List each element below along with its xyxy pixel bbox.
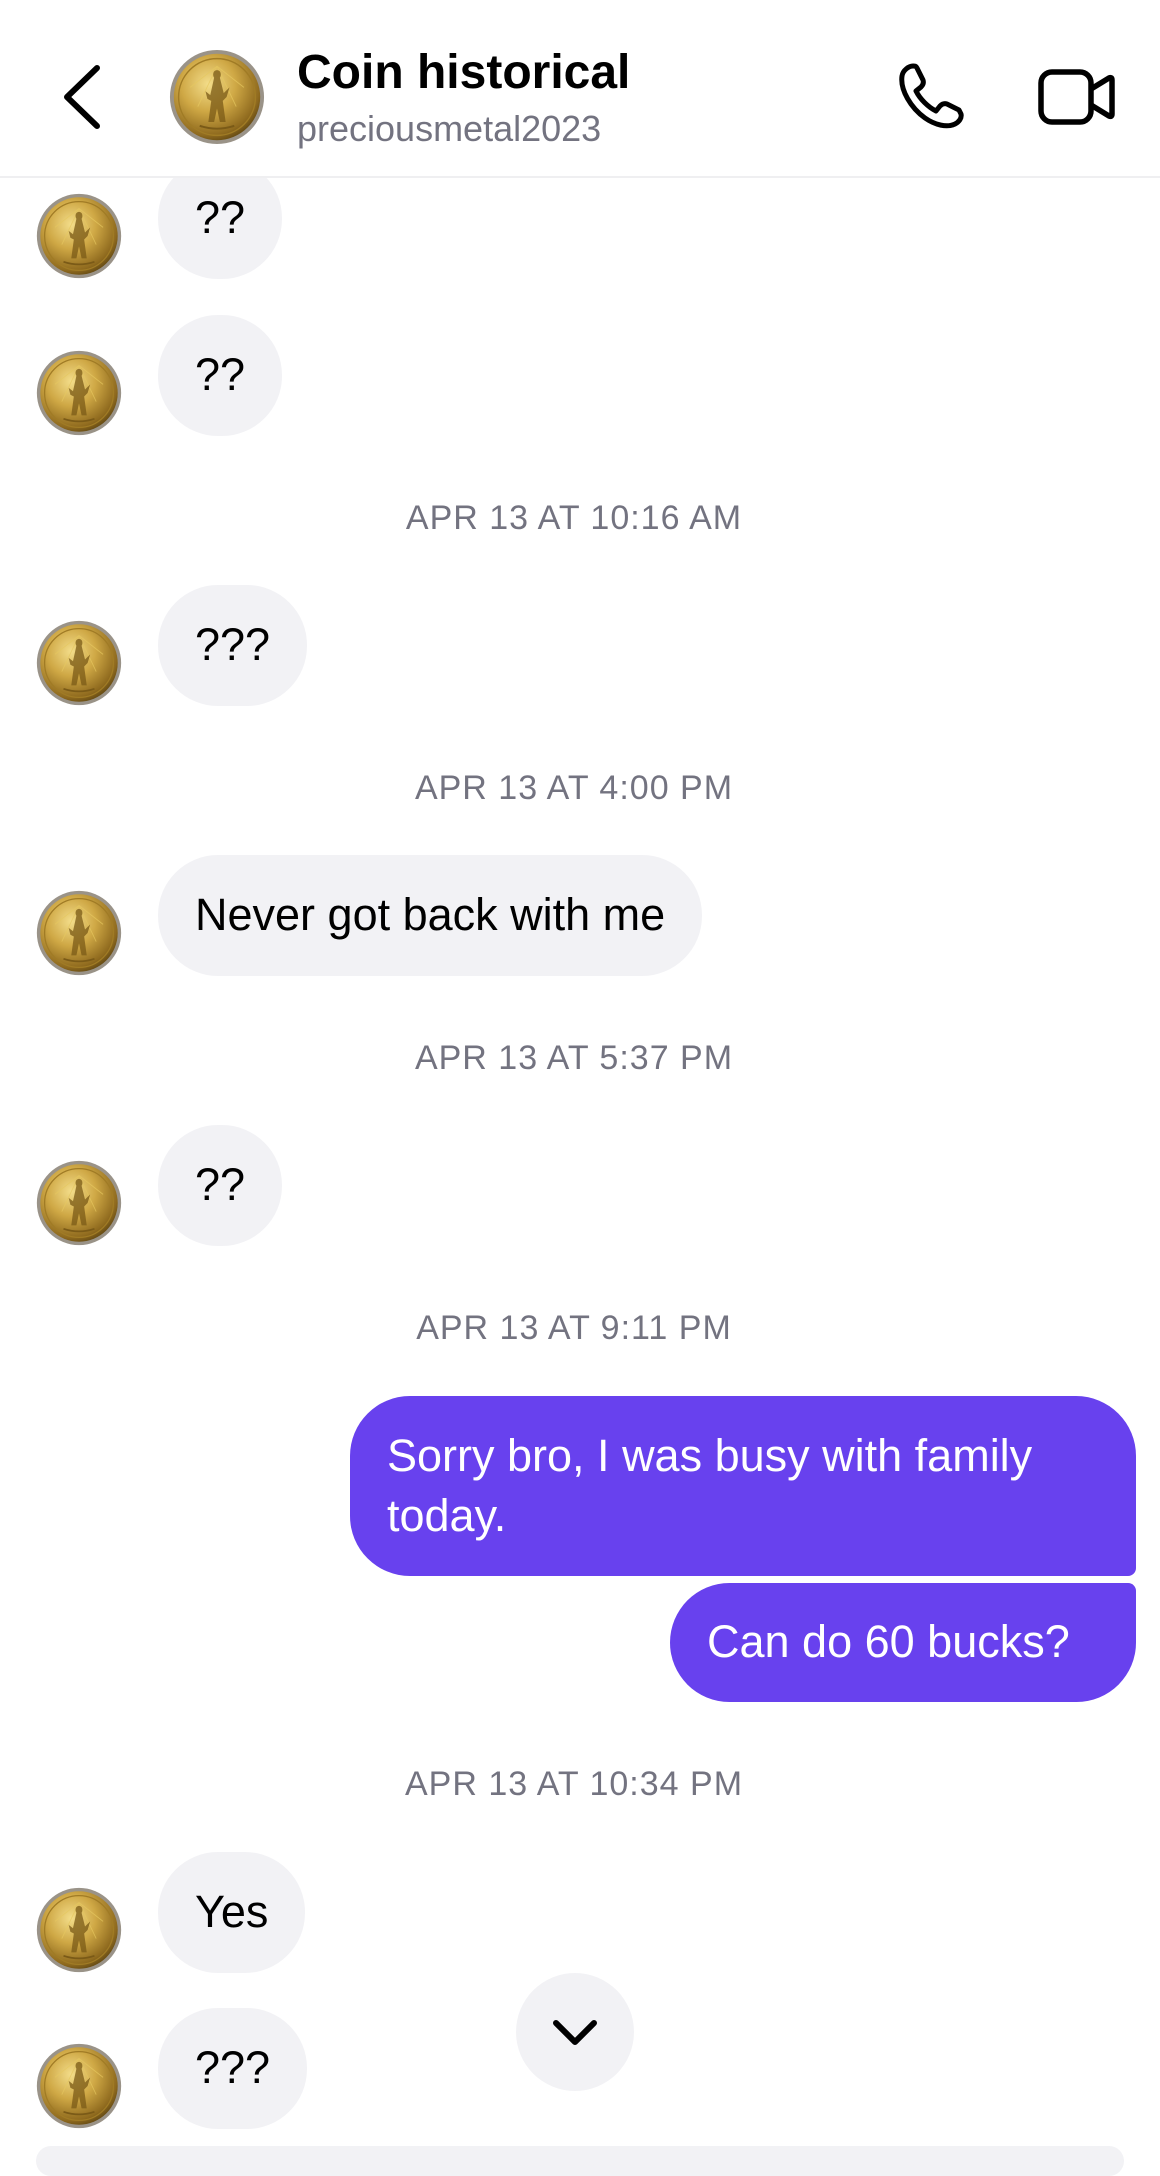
message-bubble[interactable]: Yes	[158, 1852, 306, 1973]
timestamp: APR 13 AT 9:11 PM	[416, 1309, 732, 1347]
contact-username[interactable]: preciousmetal2023	[297, 108, 601, 150]
phone-icon[interactable]	[895, 60, 967, 132]
contact-name[interactable]: Coin historical	[297, 44, 630, 102]
back-chevron-icon[interactable]	[55, 62, 111, 132]
message-line: Sorry bro, I was busy with family	[387, 1430, 1033, 1481]
message-composer[interactable]	[36, 2146, 1124, 2176]
message-bubble[interactable]: Never got back with me	[158, 855, 703, 976]
timestamp: APR 13 AT 10:34 PM	[404, 1765, 744, 1803]
scroll-to-bottom-button[interactable]	[516, 1973, 634, 2091]
message-bubble[interactable]: ???	[158, 585, 308, 706]
outgoing-message-bubble[interactable]: Can do 60 bucks?	[670, 1583, 1136, 1702]
sender-avatar[interactable]	[36, 890, 122, 976]
sender-avatar[interactable]	[36, 193, 122, 279]
timestamp: APR 13 AT 5:37 PM	[414, 1039, 734, 1077]
outgoing-message-bubble[interactable]: Sorry bro, I was busy with family today.	[350, 1396, 1136, 1576]
timestamp: APR 13 AT 4:00 PM	[414, 769, 734, 807]
chat-header: Coin historical preciousmetal2023	[0, 0, 1160, 178]
sender-avatar[interactable]	[36, 1887, 122, 1973]
message-bubble[interactable]: ??	[158, 1125, 283, 1246]
message-line: today.	[387, 1490, 507, 1541]
sender-avatar[interactable]	[36, 620, 122, 706]
message-bubble[interactable]: ??	[158, 315, 283, 436]
timestamp: APR 13 AT 10:16 AM	[405, 499, 743, 537]
message-bubble[interactable]: ???	[158, 2008, 308, 2129]
sender-avatar[interactable]	[36, 2043, 122, 2129]
video-camera-icon[interactable]	[1037, 64, 1115, 130]
sender-avatar[interactable]	[36, 350, 122, 436]
chevron-down-icon	[553, 2020, 597, 2045]
sender-avatar[interactable]	[36, 1160, 122, 1246]
contact-avatar[interactable]	[169, 49, 265, 145]
